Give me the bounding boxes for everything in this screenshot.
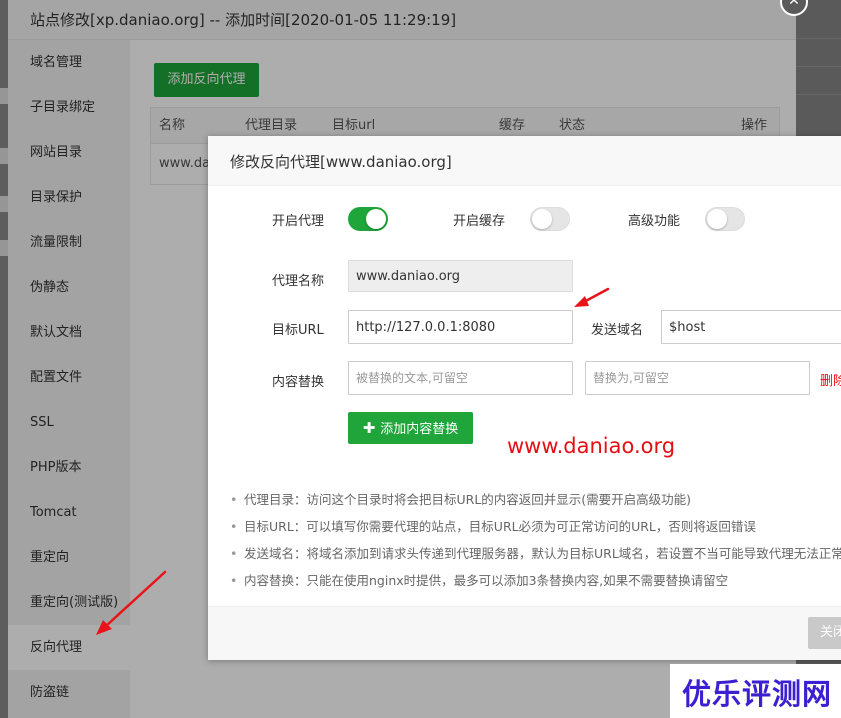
advanced-features-toggle[interactable] (705, 207, 745, 231)
proxy-name-label: 代理名称 (272, 274, 325, 289)
content-replace-label: 内容替换 (272, 375, 325, 390)
help-notes: 代理目录：访问这个目录时将会把目标URL的内容返回并显示(需要开启高级功能) 目… (228, 486, 841, 594)
list-item: 目标URL：可以填写你需要代理的站点，目标URL必须为可正常访问的URL，否则将… (228, 513, 841, 540)
toggle-knob (707, 209, 727, 229)
watermark-site-text: www.daniao.org (507, 434, 676, 458)
modal-title: 修改反向代理[www.daniao.org] (230, 153, 452, 171)
toggle-knob (532, 209, 552, 229)
plus-icon: ✚ (362, 419, 376, 437)
send-domain-input[interactable] (661, 310, 841, 344)
enable-proxy-toggle[interactable] (348, 207, 388, 231)
modal-footer: 关闭 (208, 606, 841, 660)
brand-watermark-text: 优乐评测网 (682, 677, 833, 711)
modal-titlebar: 修改反向代理[www.daniao.org] (208, 136, 841, 186)
brand-watermark: 优乐评测网 (670, 664, 841, 718)
replace-to-input[interactable] (585, 361, 810, 395)
delete-replace-link[interactable]: 删除 (820, 370, 841, 389)
advanced-features-label: 高级功能 (628, 214, 681, 229)
add-content-replace-label: 添加内容替换 (380, 422, 459, 437)
enable-cache-toggle[interactable] (530, 207, 570, 231)
close-button[interactable]: 关闭 (808, 617, 841, 649)
edit-reverse-proxy-modal: 修改反向代理[www.daniao.org] 开启代理 开启缓存 高级功能 代理… (208, 136, 841, 660)
enable-proxy-label: 开启代理 (272, 214, 325, 229)
list-item: 代理目录：访问这个目录时将会把目标URL的内容返回并显示(需要开启高级功能) (228, 486, 841, 513)
list-item: 发送域名：将域名添加到请求头传递到代理服务器，默认为目标URL域名，若设置不当可… (228, 540, 841, 567)
target-url-input[interactable] (348, 310, 573, 344)
add-content-replace-button[interactable]: ✚ 添加内容替换 (348, 412, 473, 444)
send-domain-label: 发送域名 (591, 323, 644, 338)
replace-from-input[interactable] (348, 361, 573, 395)
target-url-label: 目标URL (272, 323, 324, 338)
proxy-name-input (348, 260, 573, 292)
enable-cache-label: 开启缓存 (453, 214, 506, 229)
toggle-knob (366, 209, 386, 229)
list-item: 内容替换：只能在使用nginx时提供，最多可以添加3条替换内容,如果不需要替换请… (228, 567, 841, 594)
